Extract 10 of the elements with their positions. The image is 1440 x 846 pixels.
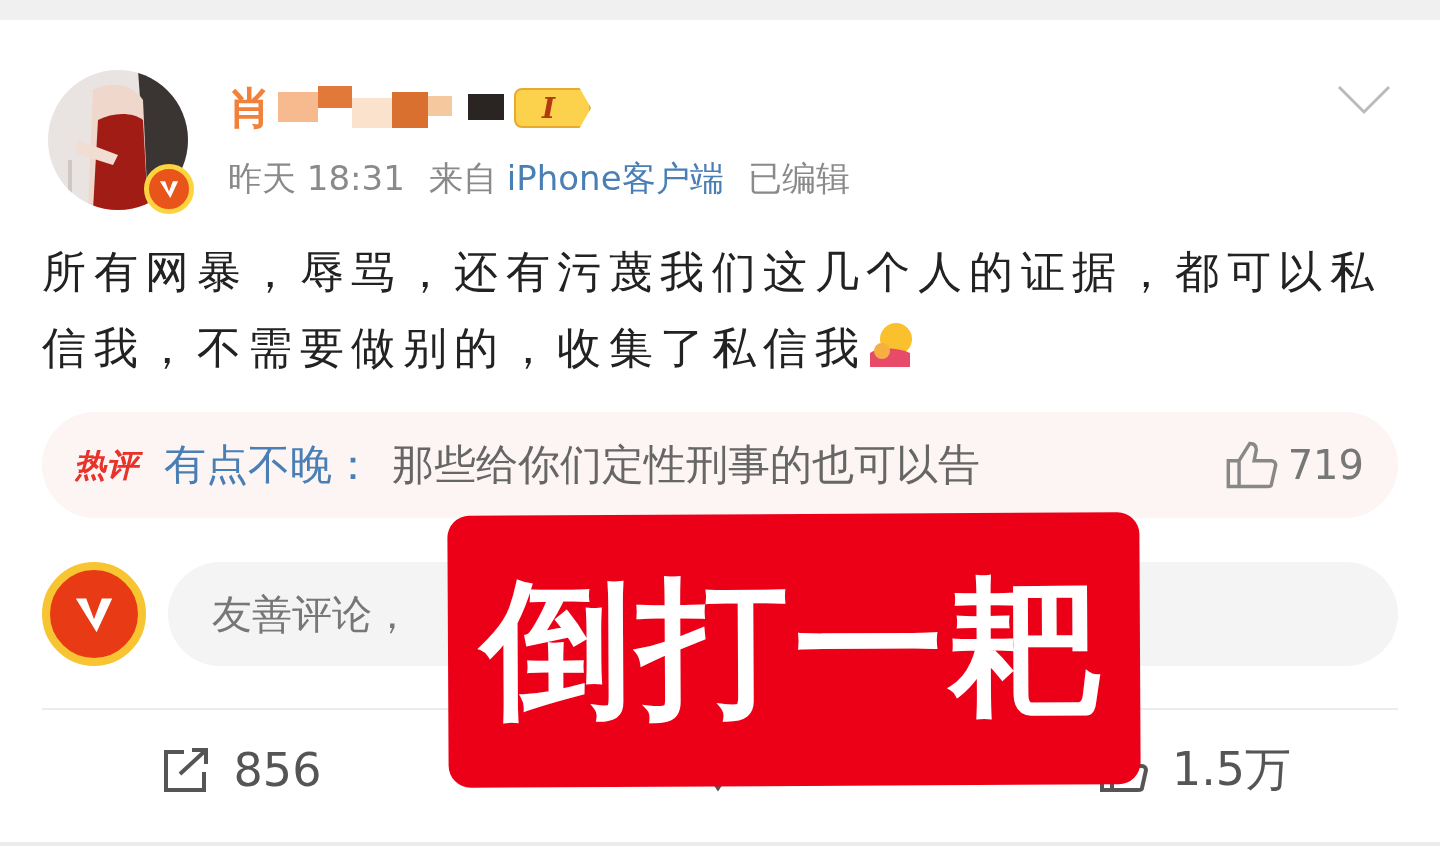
hot-comment-tag: 热评	[72, 443, 146, 487]
caption-toast: 倒打一耙	[447, 512, 1141, 788]
action-count: 856	[233, 743, 322, 797]
comment-text: 那些给你们定性刑事的也可以告	[392, 439, 981, 491]
source-label: 来自	[428, 157, 497, 200]
post-text: 所有网暴，辱骂，还有污蔑我们这几个人的证据，都可以私信我，不需要做别的，收集了私信我	[42, 245, 1382, 375]
action-count: 1.5万	[1171, 741, 1292, 798]
like-count: 719	[1287, 442, 1364, 488]
post-time: 昨天 18:31	[228, 157, 405, 200]
level-badge: I	[514, 88, 592, 128]
